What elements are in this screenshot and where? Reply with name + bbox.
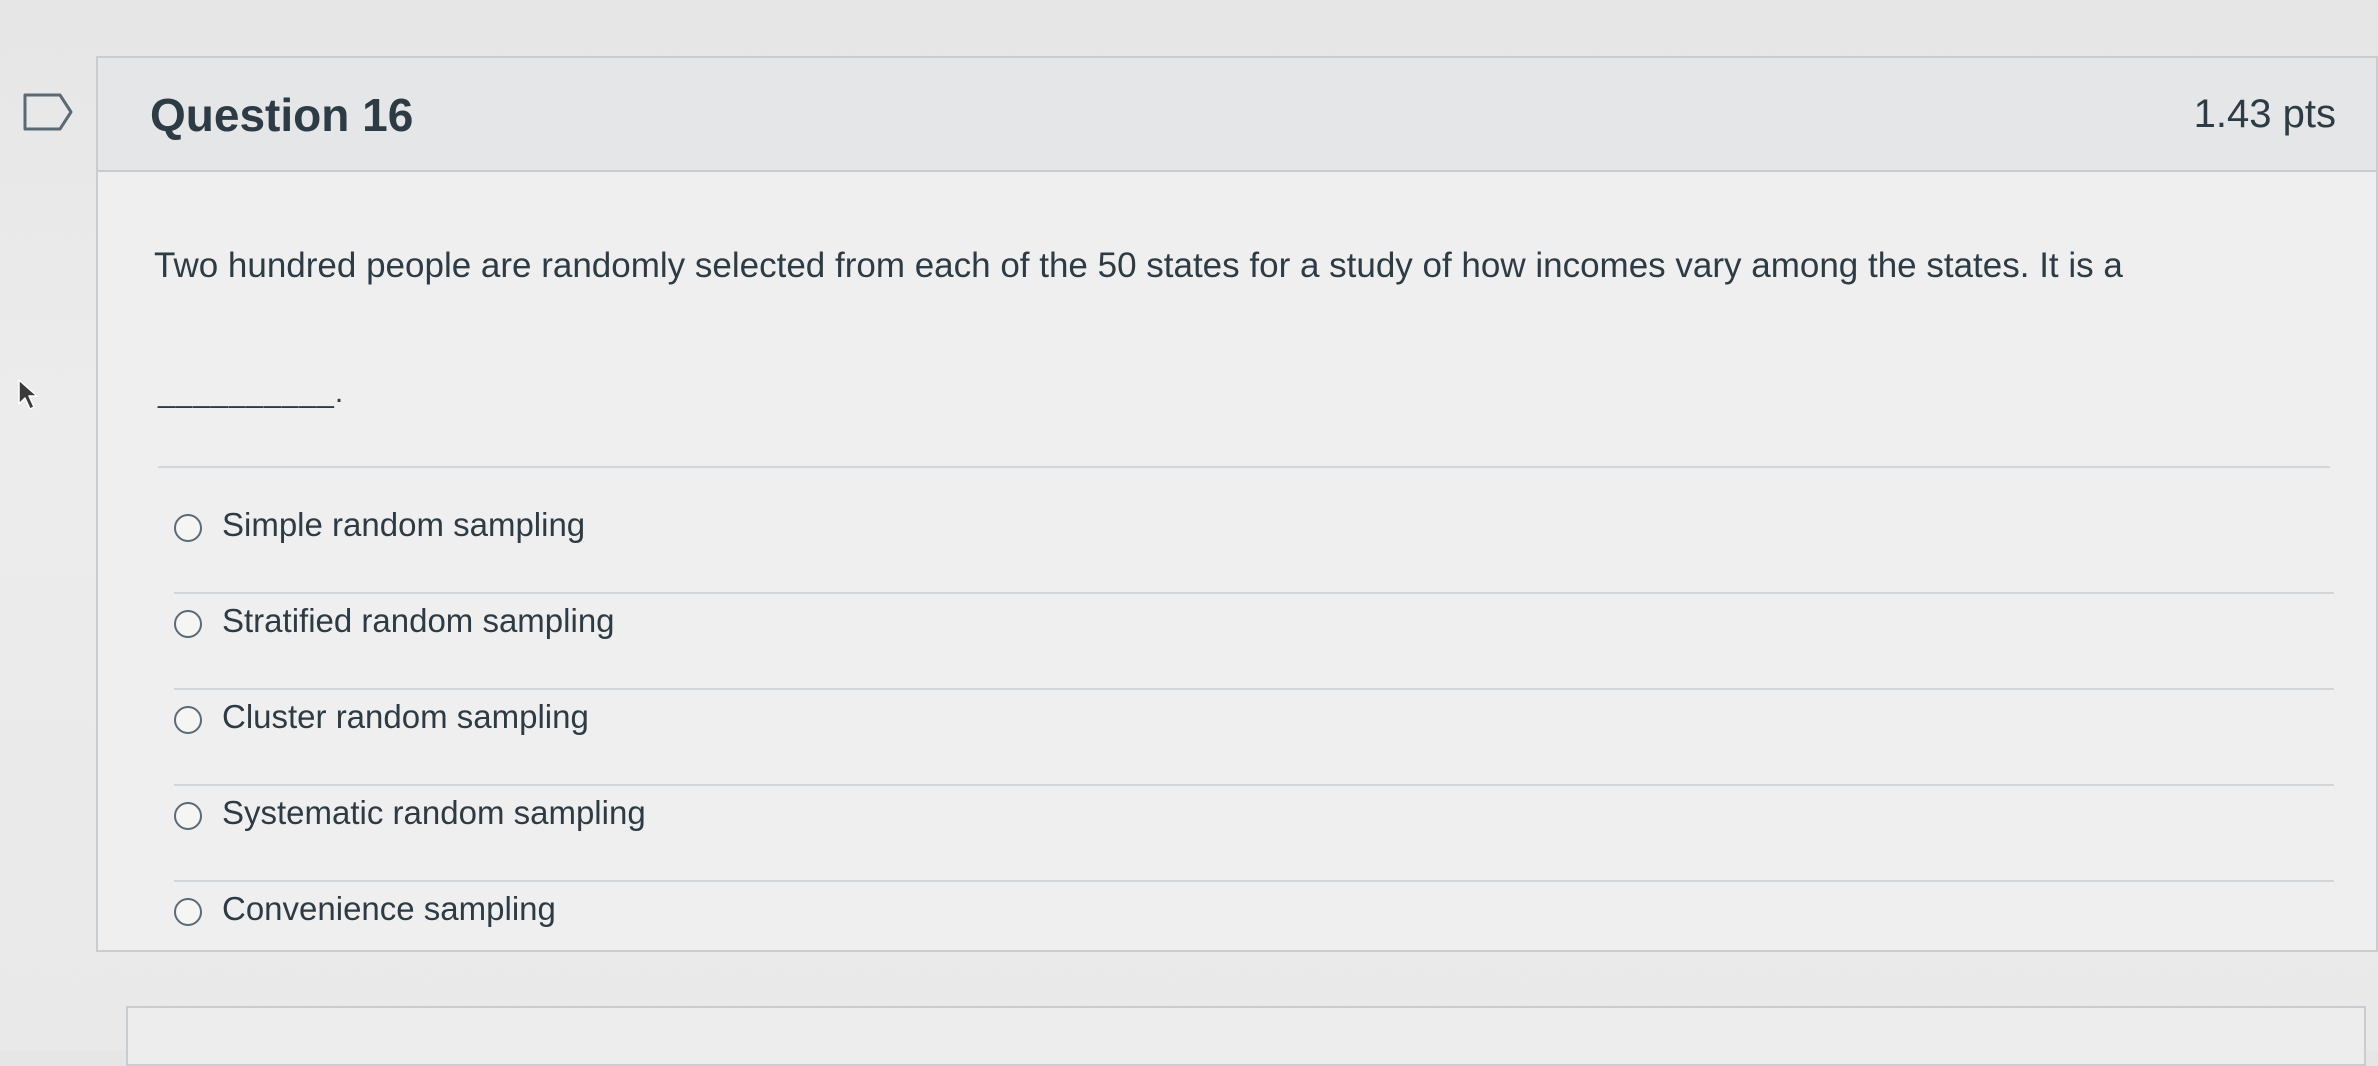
radio-button[interactable] (174, 514, 202, 542)
answer-option-systematic-random[interactable]: Systematic random sampling (174, 786, 2334, 882)
answer-option-stratified-random[interactable]: Stratified random sampling (174, 594, 2334, 690)
answer-option-convenience[interactable]: Convenience sampling (174, 882, 2334, 978)
answer-option-cluster-random[interactable]: Cluster random sampling (174, 690, 2334, 786)
question-card: Question 16 1.43 pts Two hundred people … (96, 56, 2378, 952)
radio-button[interactable] (174, 802, 202, 830)
answer-label[interactable]: Systematic random sampling (222, 794, 646, 832)
answer-blank: __________. (158, 376, 345, 409)
answer-list: Simple random sampling Stratified random… (174, 498, 2334, 978)
question-header: Question 16 1.43 pts (98, 58, 2376, 172)
radio-button[interactable] (174, 610, 202, 638)
radio-button[interactable] (174, 706, 202, 734)
flag-question-icon[interactable] (22, 92, 74, 132)
divider (158, 466, 2330, 468)
question-title: Question 16 (150, 89, 414, 141)
mouse-pointer-icon (18, 379, 38, 410)
question-text: Two hundred people are randomly selected… (154, 246, 2123, 285)
answer-label[interactable]: Simple random sampling (222, 506, 585, 544)
question-points: 1.43 pts (2193, 92, 2336, 136)
answer-option-simple-random[interactable]: Simple random sampling (174, 498, 2334, 594)
answer-label[interactable]: Convenience sampling (222, 890, 556, 928)
radio-button[interactable] (174, 898, 202, 926)
answer-label[interactable]: Stratified random sampling (222, 602, 615, 640)
answer-label[interactable]: Cluster random sampling (222, 698, 589, 736)
next-question-card (126, 1006, 2366, 1066)
